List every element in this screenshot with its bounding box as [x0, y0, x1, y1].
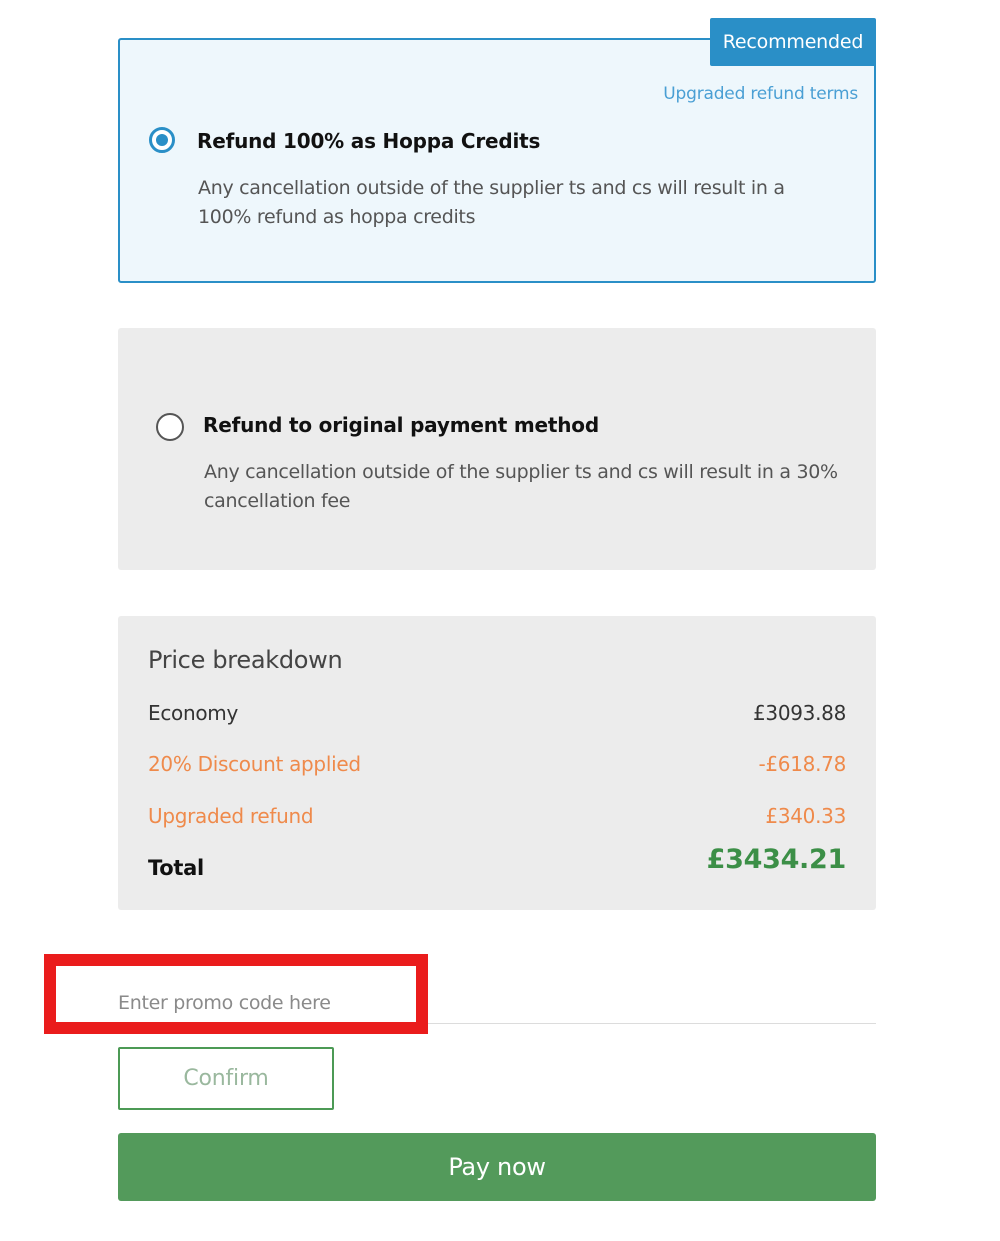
- price-row-label: Economy: [148, 701, 238, 725]
- price-row-label: 20% Discount applied: [148, 752, 361, 776]
- price-row-discount: 20% Discount applied -£618.78: [148, 752, 846, 782]
- price-row-economy: Economy £3093.88: [148, 701, 846, 731]
- price-row-upgraded-refund: Upgraded refund £340.33: [148, 804, 846, 834]
- promo-code-input[interactable]: [118, 984, 418, 1022]
- refund-option-hoppa-credits[interactable]: Upgraded refund terms Refund 100% as Hop…: [118, 38, 876, 283]
- price-breakdown-title: Price breakdown: [148, 646, 343, 674]
- option-title: Refund 100% as Hoppa Credits: [197, 129, 541, 153]
- pay-now-button[interactable]: Pay now: [118, 1133, 876, 1201]
- option-description: Any cancellation outside of the supplier…: [204, 461, 838, 512]
- price-row-amount: £3093.88: [752, 701, 846, 725]
- confirm-promo-button[interactable]: Confirm: [118, 1047, 334, 1110]
- price-row-total: Total £3434.21: [148, 844, 846, 888]
- recommended-badge: Recommended: [710, 18, 876, 66]
- promo-input-underline: [118, 1023, 876, 1024]
- radio-hoppa-credits[interactable]: [149, 127, 175, 153]
- price-row-label: Upgraded refund: [148, 804, 314, 828]
- price-row-amount: £340.33: [765, 804, 846, 828]
- radio-original-payment[interactable]: [156, 413, 184, 441]
- refund-option-original-payment[interactable]: Refund to original payment method Any ca…: [118, 328, 876, 570]
- upgraded-refund-terms-link[interactable]: Upgraded refund terms: [663, 84, 858, 104]
- price-breakdown-panel: Price breakdown Economy £3093.88 20% Dis…: [118, 616, 876, 910]
- total-amount: £3434.21: [706, 844, 847, 875]
- option-description: Any cancellation outside of the supplier…: [198, 177, 785, 228]
- price-row-amount: -£618.78: [758, 752, 846, 776]
- option-title: Refund to original payment method: [203, 413, 599, 437]
- total-label: Total: [148, 856, 204, 880]
